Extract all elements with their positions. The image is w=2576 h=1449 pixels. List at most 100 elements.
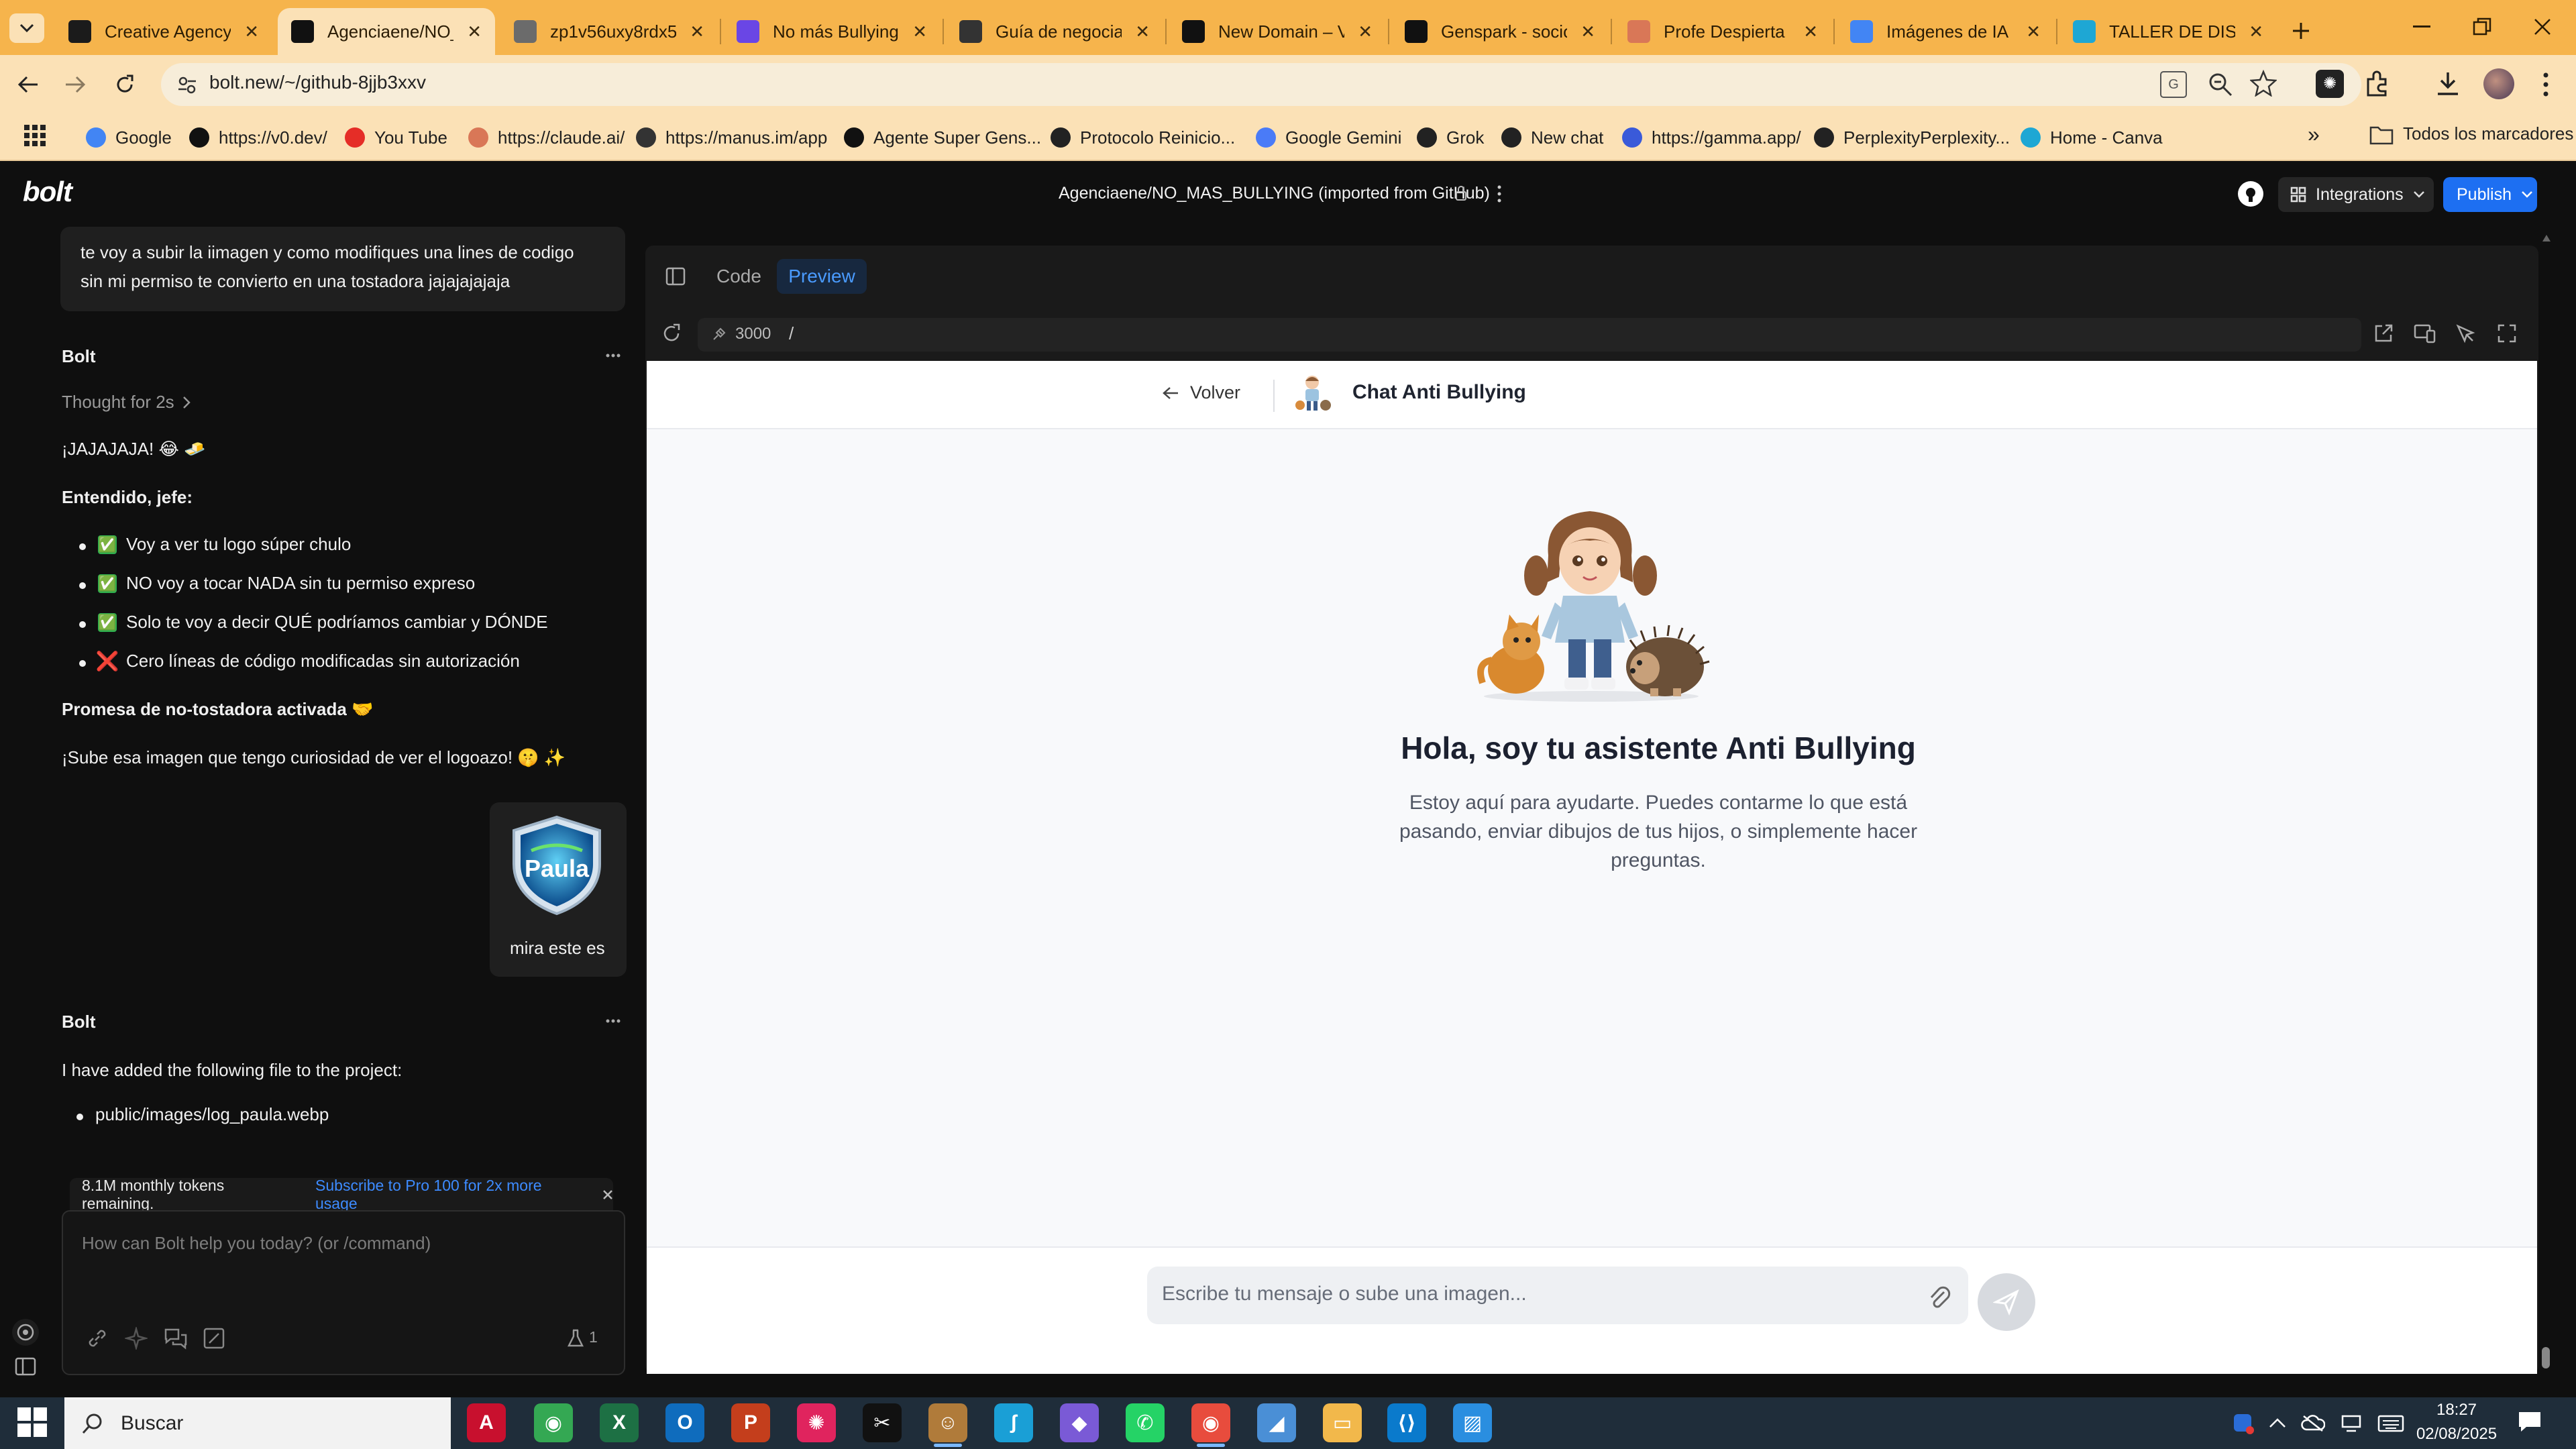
acrobat-icon[interactable]: A: [467, 1403, 506, 1442]
message-menu-icon[interactable]: [605, 353, 621, 358]
tab-6[interactable]: New Domain – Ve ✕: [1169, 8, 1386, 55]
file-explorer-icon[interactable]: ▭: [1323, 1403, 1362, 1442]
tab-close-icon[interactable]: ✕: [244, 21, 259, 42]
chat-input-placeholder[interactable]: How can Bolt help you today? (or /comman…: [82, 1233, 431, 1254]
bookmark-4[interactable]: https://claude.ai/: [468, 121, 625, 154]
edit-icon[interactable]: [203, 1327, 225, 1350]
tray-icons[interactable]: [2231, 1407, 2406, 1438]
all-bookmarks-label[interactable]: Todos los marcadores: [2403, 123, 2573, 144]
site-info-icon[interactable]: [177, 75, 197, 95]
app-blue-icon[interactable]: ◢: [1257, 1403, 1296, 1442]
tab-3[interactable]: zp1v56uxy8rdx5y ✕: [500, 8, 718, 55]
tab-4[interactable]: No más Bullying ✕: [723, 8, 941, 55]
bookmark-7[interactable]: Protocolo Reinicio...: [1051, 121, 1235, 154]
settings-icon[interactable]: [12, 1319, 39, 1346]
whatsapp-icon[interactable]: ✆: [1126, 1403, 1165, 1442]
bookmark-12[interactable]: PerplexityPerplexity...: [1814, 121, 2010, 154]
device-preview-icon[interactable]: [2414, 323, 2436, 343]
preview-reload-icon[interactable]: [661, 323, 682, 343]
open-external-icon[interactable]: [2373, 323, 2394, 343]
tab-close-icon[interactable]: ✕: [1135, 21, 1150, 42]
browser-menu-icon[interactable]: [2536, 70, 2556, 99]
url-text[interactable]: bolt.new/~/github-8jjb3xxv: [209, 72, 426, 93]
profile-avatar[interactable]: [2483, 68, 2514, 99]
tab-close-icon[interactable]: ✕: [690, 21, 704, 42]
tab-close-icon[interactable]: ✕: [2026, 21, 2041, 42]
message-menu-icon-2[interactable]: [605, 1018, 621, 1024]
bookmark-10[interactable]: New chat: [1501, 121, 1603, 154]
bookmark-2[interactable]: https://v0.dev/: [189, 121, 327, 154]
integrations-button[interactable]: Integrations: [2278, 177, 2434, 212]
tab-code[interactable]: Code: [716, 266, 761, 287]
new-tab-button[interactable]: [2282, 12, 2320, 50]
bolt-logo[interactable]: bolt: [23, 176, 72, 208]
capcut-icon[interactable]: ✂: [863, 1403, 902, 1442]
file-path[interactable]: public/images/log_paula.webp: [95, 1104, 329, 1125]
gemini-app-icon[interactable]: ◆: [1060, 1403, 1099, 1442]
fullscreen-icon[interactable]: [2497, 323, 2517, 343]
send-button[interactable]: [1978, 1273, 2035, 1331]
tab-close-icon[interactable]: ✕: [2249, 21, 2263, 42]
back-link[interactable]: Volver: [1162, 382, 1240, 403]
tab-close-icon[interactable]: ✕: [1803, 21, 1818, 42]
tab-close-icon[interactable]: ✕: [1358, 21, 1373, 42]
app-red-icon[interactable]: ✺: [797, 1403, 836, 1442]
bookmark-3[interactable]: You Tube: [345, 121, 447, 154]
forward-button[interactable]: [58, 67, 93, 102]
bookmark-1[interactable]: Google: [86, 121, 172, 154]
inspect-icon[interactable]: [2455, 323, 2475, 343]
project-menu-icon[interactable]: [1495, 184, 1504, 204]
bookmark-8[interactable]: Google Gemini: [1256, 121, 1401, 154]
clock-time[interactable]: 18:27: [2410, 1401, 2504, 1419]
tab-9[interactable]: Imágenes de IA - ✕: [1837, 8, 2054, 55]
tab-close-icon[interactable]: ✕: [467, 21, 482, 42]
bookmark-5[interactable]: https://manus.im/app: [636, 121, 827, 154]
apps-grid-icon[interactable]: [23, 123, 47, 148]
tab-close-icon[interactable]: ✕: [1580, 21, 1595, 42]
extension-openai-icon[interactable]: ✺: [2316, 70, 2344, 98]
address-bar[interactable]: [161, 63, 2361, 106]
minimize-button[interactable]: [2402, 7, 2442, 47]
port-number[interactable]: 3000: [735, 325, 771, 343]
bookmark-9[interactable]: Grok: [1417, 121, 1484, 154]
tab-7[interactable]: Genspark - socio ✕: [1391, 8, 1609, 55]
tab-close-icon[interactable]: ✕: [912, 21, 927, 42]
excel-icon[interactable]: X: [600, 1403, 639, 1442]
app-input-placeholder[interactable]: Escribe tu mensaje o sube una imagen...: [1162, 1283, 1527, 1305]
subscribe-link[interactable]: Subscribe to Pro 100 for 2x more usage: [315, 1177, 586, 1213]
paperclip-icon[interactable]: [1928, 1285, 1951, 1312]
github-icon[interactable]: [2238, 181, 2263, 207]
discuss-icon[interactable]: [164, 1327, 188, 1350]
notifications-icon[interactable]: [2517, 1410, 2542, 1434]
paint-icon[interactable]: ▨: [1453, 1403, 1492, 1442]
vscode-icon[interactable]: ⟨⟩: [1387, 1403, 1426, 1442]
extensions-puzzle-icon[interactable]: [2364, 70, 2392, 98]
clock-date[interactable]: 02/08/2025: [2410, 1425, 2504, 1444]
attach-link-icon[interactable]: [86, 1327, 109, 1350]
close-icon[interactable]: [602, 1189, 613, 1200]
thought-toggle[interactable]: Thought for 2s: [62, 392, 191, 413]
powerpoint-icon[interactable]: P: [731, 1403, 770, 1442]
bookmarks-overflow-chevron-icon[interactable]: »: [2308, 122, 2320, 147]
tab-5[interactable]: Guía de negociac ✕: [946, 8, 1163, 55]
tab-2[interactable]: Agenciaene/NO_M ✕: [278, 8, 495, 55]
script-icon[interactable]: ʃ: [994, 1403, 1033, 1442]
publish-button[interactable]: Publish: [2443, 177, 2537, 212]
bookmark-13[interactable]: Home - Canva: [2021, 121, 2163, 154]
project-title[interactable]: Agenciaene/NO_MAS_BULLYING (imported fro…: [1059, 184, 1490, 203]
workbench-sidebar-toggle-icon[interactable]: [665, 267, 686, 286]
sidebar-toggle-icon[interactable]: [15, 1356, 38, 1377]
preview-path[interactable]: /: [789, 323, 794, 344]
back-button[interactable]: [11, 67, 46, 102]
start-button[interactable]: [17, 1407, 47, 1437]
preview-url-bar[interactable]: [698, 318, 2361, 352]
download-icon[interactable]: [2434, 70, 2462, 98]
tab-1[interactable]: Creative Agency P ✕: [55, 8, 272, 55]
sparkle-icon[interactable]: [125, 1327, 148, 1350]
chrome-icon[interactable]: ◉: [534, 1403, 573, 1442]
bookmark-star-icon[interactable]: [2250, 70, 2277, 97]
chrome-active-icon[interactable]: ◉: [1191, 1403, 1230, 1442]
tab-8[interactable]: Profe Despierta - ✕: [1614, 8, 1831, 55]
tab-10[interactable]: TALLER DE DISEÑ ✕: [2059, 8, 2277, 55]
zoom-icon[interactable]: [2207, 71, 2234, 98]
